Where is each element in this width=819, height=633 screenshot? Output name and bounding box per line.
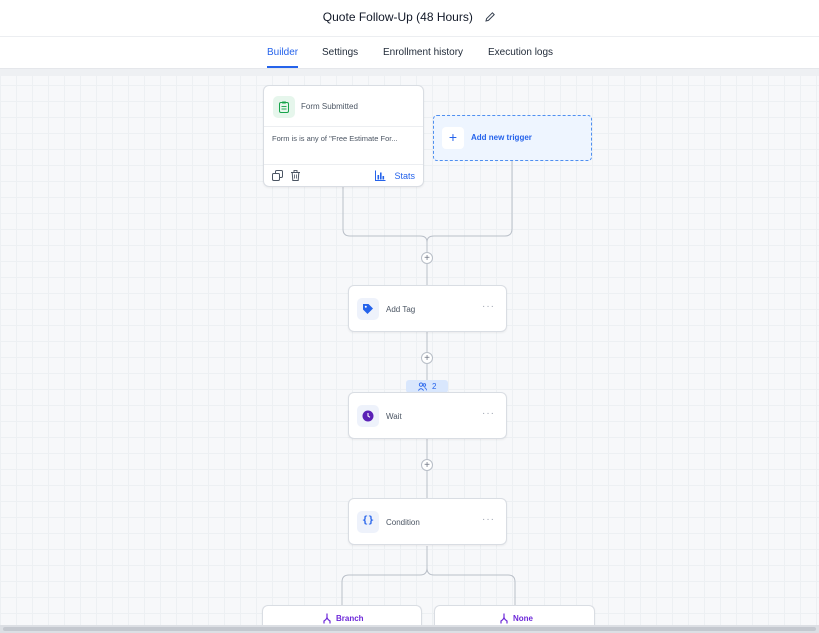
workflow-title-text: Quote Follow-Up (48 Hours) (322, 10, 473, 24)
step-card-condition[interactable]: {} Condition ··· (348, 498, 507, 545)
users-icon (418, 382, 427, 391)
step-label: Add Tag (386, 305, 416, 314)
trigger-card-header: Form Submitted (264, 86, 423, 127)
plus-icon: + (442, 127, 464, 149)
scrollbar-thumb[interactable] (3, 627, 816, 631)
step-icon-box (357, 298, 379, 320)
more-options-icon[interactable]: ··· (482, 408, 495, 419)
add-step-button[interactable]: + (421, 352, 433, 364)
branch-label: Branch (336, 614, 364, 623)
step-label: Condition (386, 518, 420, 527)
stats-link[interactable]: Stats (394, 171, 415, 181)
bar-chart-icon[interactable] (375, 170, 386, 181)
braces-icon: {} (361, 515, 375, 526)
trigger-card-footer: Stats (264, 164, 423, 187)
branch-label: None (513, 614, 533, 623)
workflow-canvas[interactable]: Form Submitted Form is is any of "Free E… (0, 69, 819, 625)
branch-icon (500, 613, 508, 624)
branch-icon (323, 613, 331, 624)
step-icon-box (357, 405, 379, 427)
step-card-wait[interactable]: Wait ··· (348, 392, 507, 439)
tag-icon (363, 304, 373, 314)
pencil-icon[interactable] (484, 11, 496, 23)
tab-settings[interactable]: Settings (322, 47, 358, 58)
trigger-description: Form is is any of "Free Estimate For... (272, 134, 398, 143)
copy-icon[interactable] (272, 170, 283, 181)
tab-bar: Builder Settings Enrollment history Exec… (0, 37, 819, 69)
clock-icon (362, 410, 374, 422)
clipboard-icon (279, 101, 289, 113)
step-card-add-tag[interactable]: Add Tag ··· (348, 285, 507, 332)
add-new-trigger-label: Add new trigger (471, 133, 532, 142)
counter-value: 2 (432, 382, 437, 391)
add-new-trigger-button[interactable]: + Add new trigger (433, 115, 592, 161)
trash-icon[interactable] (290, 170, 301, 181)
top-bar: Quote Follow-Up (48 Hours) (0, 0, 819, 37)
add-step-button[interactable]: + (421, 252, 433, 264)
more-options-icon[interactable]: ··· (482, 301, 495, 312)
branch-card-none[interactable]: None (434, 605, 595, 625)
add-step-button[interactable]: + (421, 459, 433, 471)
tab-execution-logs[interactable]: Execution logs (488, 47, 553, 58)
trigger-card-form-submitted[interactable]: Form Submitted Form is is any of "Free E… (263, 85, 424, 187)
tab-builder[interactable]: Builder (267, 47, 299, 68)
step-icon-box: {} (357, 511, 379, 533)
trigger-icon-box (273, 96, 295, 118)
trigger-title: Form Submitted (301, 102, 358, 111)
workflow-title[interactable]: Quote Follow-Up (48 Hours) (0, 10, 819, 24)
step-label: Wait (386, 412, 402, 421)
horizontal-scrollbar[interactable] (0, 625, 819, 633)
branch-card-branch[interactable]: Branch (262, 605, 422, 625)
more-options-icon[interactable]: ··· (482, 514, 495, 525)
tab-enrollment-history[interactable]: Enrollment history (383, 47, 463, 58)
